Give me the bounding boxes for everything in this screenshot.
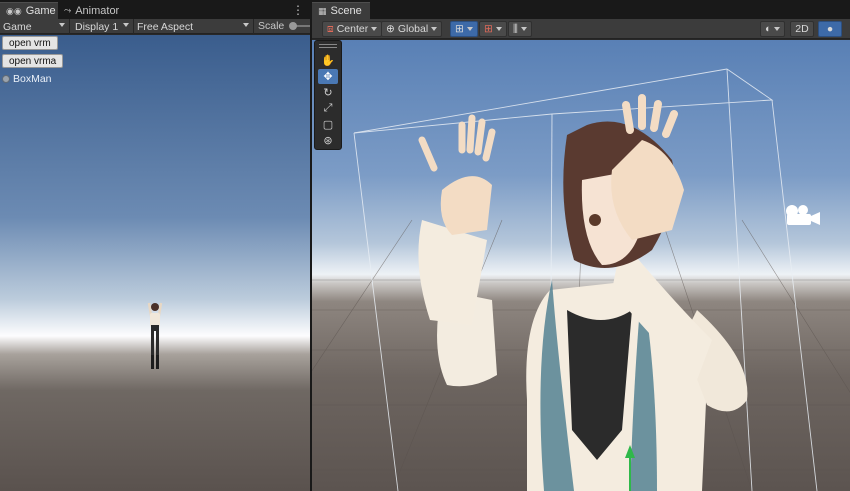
scale-icon: ⤢	[323, 102, 333, 114]
chevron-down-icon	[774, 27, 781, 31]
open-vrm-button[interactable]: open vrm	[2, 36, 58, 50]
tab-scene[interactable]: ▦ Scene	[312, 2, 370, 19]
display-value: Display 1	[75, 20, 119, 33]
tab-animator-label: Animator	[75, 4, 120, 17]
gamepad-icon: ◉◉	[6, 5, 22, 16]
game-mode-value: Game	[3, 20, 32, 33]
scene-panel: ▦ Scene ⧈ Center ⊕ Global ⊞ ⊞ ⫼ ◐ 2D ● ✋…	[312, 0, 850, 491]
game-tabbar: ◉◉ Game ⤳ Animator ⋮	[0, 0, 310, 19]
tab-game[interactable]: ◉◉ Game	[0, 2, 58, 19]
scale-label: Scale	[258, 20, 285, 32]
character-preview	[147, 302, 163, 369]
more-options-icon[interactable]: ⋮	[292, 3, 304, 17]
scale-slider-handle[interactable]	[289, 22, 297, 30]
chevron-down-icon	[243, 23, 249, 27]
move-arrows-icon: ✥	[323, 71, 333, 83]
audio-toggle[interactable]: ⫼	[508, 21, 532, 37]
pivot-value: Center	[336, 23, 369, 35]
space-dropdown[interactable]: ⊕ Global	[381, 21, 443, 37]
scene-tabbar: ▦ Scene	[312, 0, 850, 19]
scene-viewport[interactable]: ✋ ✥ ↻ ⤢ ▢ ⊛	[312, 40, 850, 491]
shading-sphere-icon: ◐	[765, 23, 772, 35]
pivot-icon: ⧈	[327, 22, 334, 35]
audio-icon: ⫼	[513, 22, 518, 35]
rect-tool[interactable]: ▢	[318, 117, 338, 132]
boxman-text: BoxMan	[13, 73, 52, 85]
tools-overlay: ✋ ✥ ↻ ⤢ ▢ ⊛	[314, 40, 342, 150]
aspect-value: Free Aspect	[137, 20, 194, 33]
scene-toolbar: ⧈ Center ⊕ Global ⊞ ⊞ ⫼ ◐ 2D ●	[312, 19, 850, 39]
object-icon	[2, 75, 10, 83]
rotate-icon: ↻	[323, 87, 333, 99]
chevron-down-icon	[495, 27, 502, 31]
chevron-down-icon	[371, 27, 378, 31]
grid-snap-icon: ⊞	[455, 23, 464, 35]
unity-editor: ◉◉ Game ⤳ Animator ⋮ Game Display 1 Free…	[0, 0, 850, 491]
drag-handle-icon[interactable]	[319, 44, 337, 48]
snap-icon: ⊞	[484, 23, 493, 35]
boxman-label: BoxMan	[2, 73, 52, 85]
snap-increment-button[interactable]: ⊞	[479, 21, 507, 37]
chevron-down-icon	[59, 23, 65, 27]
transform-tool[interactable]: ⊛	[318, 133, 338, 148]
rotate-tool[interactable]: ↻	[318, 85, 338, 100]
chevron-down-icon	[520, 27, 527, 31]
game-toolbar: Game Display 1 Free Aspect Scale	[0, 19, 310, 34]
open-vrma-button[interactable]: open vrma	[2, 54, 64, 68]
space-value: Global	[397, 23, 429, 35]
display-dropdown[interactable]: Display 1	[70, 19, 134, 34]
game-mode-dropdown[interactable]: Game	[0, 19, 70, 34]
grid-snap-toggle[interactable]: ⊞	[450, 21, 478, 37]
animator-icon: ⤳	[64, 5, 72, 15]
chevron-down-icon	[431, 27, 438, 31]
move-tool[interactable]: ✥	[318, 69, 338, 84]
hand-icon: ✋	[321, 55, 335, 67]
pivot-dropdown[interactable]: ⧈ Center	[322, 21, 383, 37]
game-panel: ◉◉ Game ⤳ Animator ⋮ Game Display 1 Free…	[0, 0, 310, 491]
2d-toggle[interactable]: 2D	[790, 21, 814, 37]
globe-icon: ⊕	[386, 23, 395, 35]
tab-game-label: Game	[25, 5, 56, 17]
character-model	[418, 94, 748, 491]
tab-scene-label: Scene	[330, 5, 362, 17]
chevron-down-icon	[466, 27, 473, 31]
game-viewport[interactable]: open vrm open vrma BoxMan	[0, 35, 310, 491]
scene-canvas	[312, 68, 850, 491]
light-bulb-icon: ●	[826, 23, 834, 35]
transform-icon: ⊛	[323, 135, 333, 147]
lighting-toggle[interactable]: ●	[818, 21, 842, 37]
scale-slider-track[interactable]	[296, 25, 310, 27]
rect-transform-icon: ▢	[322, 119, 334, 131]
aspect-dropdown[interactable]: Free Aspect	[134, 19, 254, 34]
tab-animator[interactable]: ⤳ Animator	[58, 2, 125, 19]
grid-icon: ▦	[318, 5, 327, 16]
shading-mode-dropdown[interactable]: ◐	[760, 21, 786, 37]
scale-tool[interactable]: ⤢	[318, 101, 338, 116]
camera-icon[interactable]	[783, 203, 823, 227]
chevron-down-icon	[123, 23, 129, 27]
hand-tool[interactable]: ✋	[318, 53, 338, 68]
